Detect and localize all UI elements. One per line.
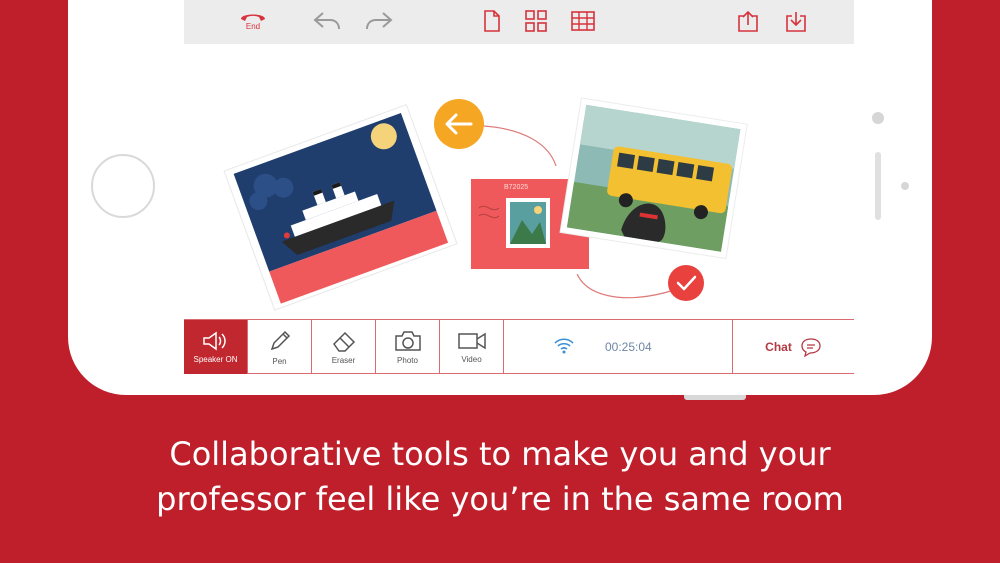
wifi-icon <box>554 338 574 354</box>
speaker-grille <box>875 152 881 220</box>
connector-line <box>483 125 557 167</box>
video-icon <box>457 332 486 349</box>
back-arrow-badge[interactable] <box>434 99 484 149</box>
app-screen: End B72025 Speaker ON Pen Eraser Photo V… <box>184 0 854 374</box>
upload-button[interactable] <box>735 6 761 36</box>
speaker-button[interactable]: Speaker ON <box>184 320 248 374</box>
ship-postcard[interactable] <box>223 104 458 311</box>
caption-line-1: Collaborative tools to make you and your <box>169 435 831 473</box>
stamp-code: B72025 <box>504 184 528 191</box>
download-icon <box>786 12 806 32</box>
bottom-toolbar: Speaker ON Pen Eraser Photo Video 00:25:… <box>184 319 854 374</box>
speaker-label: Speaker ON <box>193 354 238 364</box>
pen-label: Pen <box>272 356 287 366</box>
end-call-label: End <box>245 21 261 31</box>
caption-line-2: professor feel like you’re in the same r… <box>156 480 844 518</box>
table-button[interactable] <box>568 6 598 36</box>
upload-icon <box>738 10 758 32</box>
call-timer: 00:25:04 <box>605 340 652 354</box>
chat-button[interactable]: Chat <box>733 320 854 374</box>
download-button[interactable] <box>783 6 809 36</box>
school-bus-postcard[interactable] <box>559 97 748 260</box>
eraser-button[interactable]: Eraser <box>312 320 376 374</box>
table-icon <box>571 11 595 31</box>
grid-view-button[interactable] <box>522 6 550 36</box>
check-badge[interactable] <box>668 265 704 301</box>
whiteboard-drawing: B72025 <box>223 97 748 311</box>
redo-button[interactable] <box>362 6 396 36</box>
sensor-dot <box>901 182 909 190</box>
blank-page-icon <box>484 10 500 32</box>
chat-label: Chat <box>765 340 792 354</box>
undo-icon <box>313 12 340 30</box>
grid-view-icon <box>525 10 547 32</box>
top-toolbar: End <box>184 0 854 44</box>
photo-button[interactable]: Photo <box>376 320 440 374</box>
front-camera <box>872 112 884 124</box>
redo-icon <box>366 12 393 30</box>
eraser-icon <box>332 331 355 352</box>
speaker-icon <box>202 331 226 350</box>
call-status: 00:25:04 <box>505 320 733 374</box>
video-label: Video <box>461 354 482 364</box>
undo-button[interactable] <box>310 6 344 36</box>
pen-button[interactable]: Pen <box>248 320 312 374</box>
pen-icon <box>270 330 290 350</box>
end-call-button[interactable]: End <box>232 5 274 35</box>
volume-button <box>684 395 746 400</box>
photo-label: Photo <box>397 355 418 365</box>
home-button[interactable] <box>91 154 155 218</box>
video-button[interactable]: Video <box>440 320 504 374</box>
blank-page-button[interactable] <box>480 6 504 36</box>
eraser-label: Eraser <box>331 355 356 365</box>
camera-icon <box>394 330 421 351</box>
connector-line <box>575 269 675 299</box>
promo-caption: Collaborative tools to make you and your… <box>0 432 1000 522</box>
whiteboard-canvas[interactable]: B72025 <box>184 44 854 319</box>
chat-bubble-icon <box>801 338 821 357</box>
